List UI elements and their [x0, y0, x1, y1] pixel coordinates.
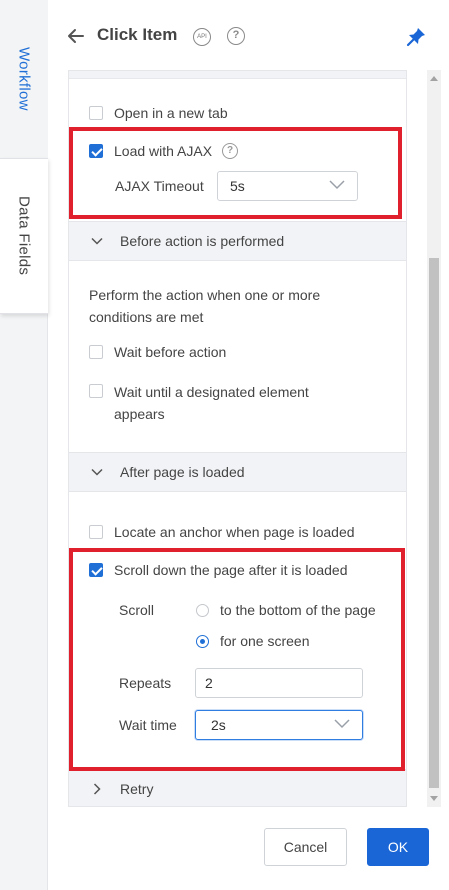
tab-data-fields[interactable]: Data Fields — [0, 158, 48, 314]
chevron-down-icon — [91, 468, 103, 476]
wait-element-label: Wait until a designated element appears — [114, 384, 309, 422]
chevron-down-icon — [91, 237, 103, 245]
panel-top-strip — [69, 71, 406, 79]
page-title: Click Item — [97, 25, 178, 44]
scroll-up-arrow-icon[interactable] — [430, 76, 438, 81]
before-action-section-header[interactable]: Before action is performed — [69, 221, 406, 261]
wait-element-checkbox[interactable] — [89, 384, 103, 398]
locate-anchor-option[interactable]: Locate an anchor when page is loaded — [89, 524, 355, 540]
locate-anchor-label: Locate an anchor when page is loaded — [114, 524, 355, 540]
wait-before-action-label: Wait before action — [114, 344, 227, 360]
tab-workflow-label: Workflow — [15, 47, 33, 111]
wait-before-action-checkbox[interactable] — [89, 345, 103, 359]
retry-title: Retry — [120, 781, 154, 797]
chevron-right-icon — [93, 783, 101, 795]
open-new-tab-label: Open in a new tab — [114, 105, 228, 121]
highlight-box-scroll — [69, 548, 405, 771]
back-arrow-icon[interactable] — [66, 26, 86, 46]
open-new-tab-checkbox[interactable] — [89, 106, 103, 120]
ok-button[interactable]: OK — [367, 828, 429, 866]
dialog-footer: Cancel OK — [48, 807, 449, 890]
cancel-button[interactable]: Cancel — [264, 828, 347, 866]
panel-scrollbar[interactable] — [427, 70, 441, 807]
tab-data-fields-label: Data Fields — [15, 196, 33, 276]
pin-icon[interactable] — [405, 26, 427, 48]
wait-element-option[interactable]: Wait until a designated element appears — [89, 381, 349, 425]
help-icon[interactable]: ? — [227, 27, 245, 45]
open-new-tab-option[interactable]: Open in a new tab — [89, 105, 228, 121]
after-load-section-header[interactable]: After page is loaded — [69, 452, 406, 492]
retry-section-header[interactable]: Retry — [69, 769, 406, 806]
side-tab-bar: Workflow Data Fields — [0, 0, 48, 890]
after-load-title: After page is loaded — [120, 464, 245, 480]
tab-workflow[interactable]: Workflow — [0, 0, 48, 158]
before-action-title: Before action is performed — [120, 233, 285, 249]
before-action-description: Perform the action when one or more cond… — [89, 287, 321, 325]
scroll-down-arrow-icon[interactable] — [430, 796, 438, 801]
scrollbar-thumb[interactable] — [429, 258, 439, 788]
locate-anchor-checkbox[interactable] — [89, 525, 103, 539]
highlight-box-ajax — [69, 127, 402, 219]
api-icon[interactable]: API — [193, 28, 211, 46]
panel-header: Click Item API ? — [48, 0, 449, 70]
wait-before-action-option[interactable]: Wait before action — [89, 344, 226, 360]
